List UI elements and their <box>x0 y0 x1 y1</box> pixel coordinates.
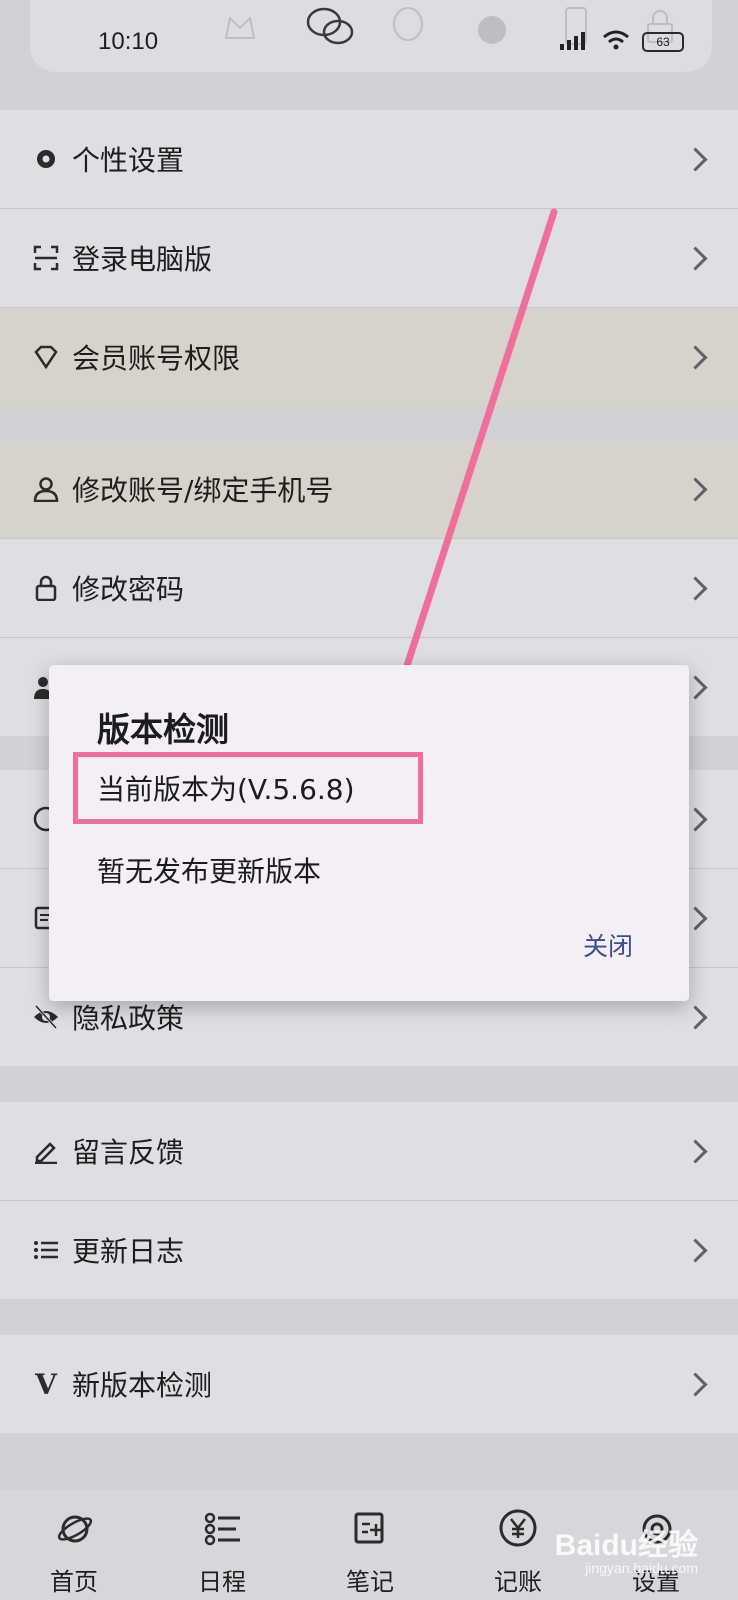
annotation-highlight-box <box>73 752 423 824</box>
planet-icon <box>56 1510 94 1552</box>
watermark-url: jingyan.baidu.com <box>585 1560 698 1576</box>
close-button[interactable]: 关闭 <box>583 927 633 963</box>
watermark-logo: Baidu经验 <box>554 1529 698 1562</box>
schedule-icon <box>204 1512 242 1550</box>
tab-label: 笔记 <box>346 1568 394 1596</box>
tab-label: 日程 <box>198 1568 246 1596</box>
yen-icon <box>498 1508 538 1552</box>
tab-label: 首页 <box>50 1568 98 1596</box>
tab-home[interactable]: 首页 <box>14 1490 134 1600</box>
tab-schedule[interactable]: 日程 <box>162 1490 282 1600</box>
tab-notes[interactable]: 笔记 <box>310 1490 430 1600</box>
update-status-message: 暂无发布更新版本 <box>97 855 322 888</box>
dialog-title: 版本检测 <box>97 710 229 749</box>
note-icon <box>352 1510 388 1550</box>
version-check-dialog: 版本检测 当前版本为(V.5.6.8) 暂无发布更新版本 关闭 <box>49 665 689 1001</box>
tab-label: 记账 <box>494 1568 542 1596</box>
